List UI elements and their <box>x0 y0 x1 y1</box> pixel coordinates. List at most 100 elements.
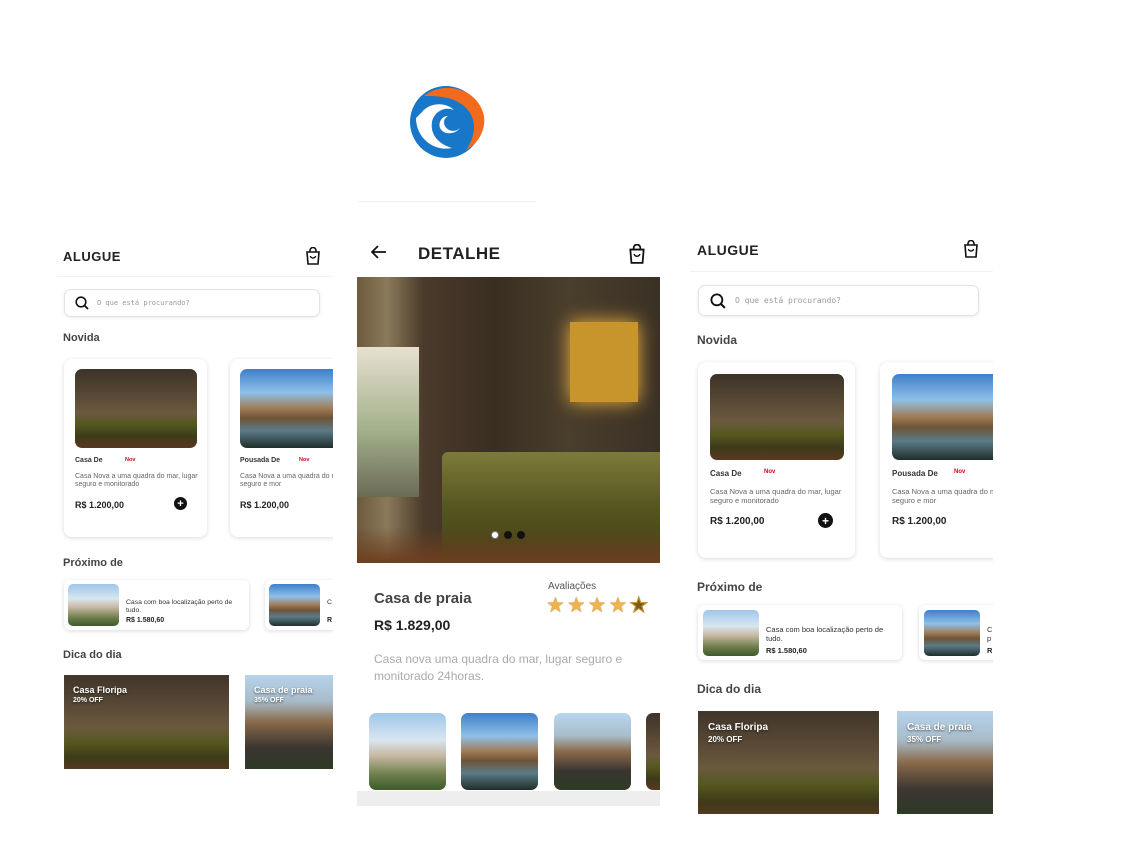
search-bar[interactable]: O que está procurando? <box>64 289 320 317</box>
rating-stars: ★ ★ ★ ★ ★ <box>546 593 649 618</box>
divider <box>358 201 536 202</box>
star-icon: ★ <box>566 594 586 617</box>
tip-title: Casa de praia <box>907 722 973 733</box>
property-price: R$ 1.829,00 <box>374 617 451 633</box>
tip-discount: 35% OFF <box>907 735 942 744</box>
gallery-image[interactable] <box>369 713 446 790</box>
tip-title: Casa Floripa <box>73 685 128 695</box>
tip-discount: 20% OFF <box>708 735 743 744</box>
section-title-new: Novida <box>697 333 738 347</box>
cart-icon[interactable] <box>305 247 321 265</box>
product-card[interactable]: Casa De Nov Casa Nova a uma quadra do ma… <box>698 362 855 558</box>
rent-screen-left: ALUGUE O que está procurando? Novida Cas… <box>57 235 333 795</box>
new-badge: Nov <box>125 457 136 463</box>
tip-title: Casa Floripa <box>708 722 769 733</box>
product-price: R$ 1.200,00 <box>240 500 290 510</box>
tip-card[interactable]: Casa Floripa 20% OFF <box>64 675 229 769</box>
star-icon: ★ <box>546 594 565 617</box>
tip-discount: 35% OFF <box>254 697 284 704</box>
brand-logo <box>410 86 485 158</box>
star-icon: ★ <box>587 594 607 617</box>
tip-title: Casa de praia <box>254 685 313 695</box>
add-button[interactable]: + <box>174 497 187 510</box>
nearby-card[interactable]: C p R <box>919 605 993 660</box>
nearby-image <box>68 584 119 626</box>
gallery-image[interactable] <box>461 713 538 790</box>
hero-image[interactable] <box>357 277 660 563</box>
product-card[interactable]: Casa De Nov Casa Nova a uma quadra do ma… <box>64 359 207 537</box>
nearby-image <box>703 610 759 656</box>
search-input[interactable]: O que está procurando? <box>97 299 190 307</box>
gallery <box>357 710 660 796</box>
product-price: R$ 1.200,00 <box>710 516 765 527</box>
nearby-card[interactable]: Casa com boa localização perto de tudo. … <box>698 605 902 660</box>
product-card[interactable]: Pousada De Nov Casa Nova a uma quadra do… <box>230 359 333 537</box>
detail-screen: DETALHE Casa de praia R$ 1.829,00 Avalia… <box>357 230 660 806</box>
product-title: Casa De <box>75 457 103 464</box>
search-icon <box>710 292 726 309</box>
page-title: ALUGUE <box>697 242 760 258</box>
product-image <box>75 369 197 448</box>
new-badge: Nov <box>954 469 966 475</box>
product-image <box>892 374 993 460</box>
product-image <box>710 374 844 460</box>
nearby-description: Casa com boa localização perto de tudo. <box>766 625 884 643</box>
carousel-dot[interactable] <box>517 531 525 539</box>
star-half-icon: ★ <box>629 594 649 618</box>
tip-card[interactable]: Casa de praia 35% OFF <box>245 675 333 769</box>
nearby-description: Casa com boa localização perto de tudo. <box>126 599 233 614</box>
ratings-label: Avaliações <box>548 581 597 592</box>
nearby-description: C <box>327 599 332 606</box>
tip-discount: 20% OFF <box>73 697 103 704</box>
carousel-dot[interactable] <box>491 531 499 539</box>
add-button[interactable]: + <box>818 513 833 528</box>
product-description: Casa Nova a uma quadra do mar, lugar seg… <box>75 473 198 489</box>
section-title-tip: Dica do dia <box>63 649 122 661</box>
nearby-price: R <box>987 646 993 655</box>
gallery-image[interactable] <box>554 713 631 790</box>
section-title-new: Novida <box>63 332 100 344</box>
section-title-tip: Dica do dia <box>697 682 762 696</box>
property-name: Casa de praia <box>374 590 472 607</box>
bottom-bar <box>357 791 660 806</box>
nearby-price: R <box>327 617 333 624</box>
property-description: Casa nova uma quadra do mar, lugar segur… <box>374 652 623 683</box>
carousel-dot[interactable] <box>504 531 512 539</box>
tip-card[interactable]: Casa Floripa 20% OFF <box>698 711 879 814</box>
product-title: Pousada De <box>892 469 938 478</box>
gallery-image[interactable] <box>646 713 660 790</box>
nearby-image <box>924 610 980 656</box>
search-bar[interactable]: O que está procurando? <box>698 285 979 316</box>
page-title: DETALHE <box>418 244 501 263</box>
product-description: Casa Nova a uma quadra do mar, lugar seg… <box>240 473 333 489</box>
carousel-dots[interactable] <box>491 531 525 539</box>
hero-window <box>357 347 419 497</box>
section-title-near: Próximo de <box>697 580 763 594</box>
back-arrow-icon[interactable] <box>371 245 387 259</box>
page-title: ALUGUE <box>63 249 121 264</box>
cart-icon[interactable] <box>628 244 646 264</box>
nearby-card[interactable]: Casa com boa localização perto de tudo. … <box>64 580 249 630</box>
section-title-near: Próximo de <box>63 557 123 569</box>
product-image <box>240 369 333 448</box>
header-divider <box>57 276 333 277</box>
product-description: Casa Nova a uma quadra do mar, lugar seg… <box>892 487 993 505</box>
search-input[interactable]: O que está procurando? <box>735 296 841 305</box>
nearby-image <box>269 584 320 626</box>
nearby-price: R$ 1.580,60 <box>766 646 807 655</box>
new-badge: Nov <box>764 469 776 475</box>
tip-card[interactable]: Casa de praia 35% OFF <box>897 711 993 814</box>
nearby-description: C p <box>987 625 993 643</box>
new-badge: Nov <box>299 457 310 463</box>
product-price: R$ 1.200,00 <box>892 516 947 527</box>
hero-artwork <box>570 322 638 402</box>
nearby-card[interactable]: C R <box>265 580 333 630</box>
rent-screen-right: ALUGUE O que está procurando? Novida Cas… <box>690 228 993 818</box>
product-title: Pousada De <box>240 457 281 464</box>
header-divider <box>690 271 993 272</box>
cart-icon[interactable] <box>963 240 979 258</box>
product-card[interactable]: Pousada De Nov Casa Nova a uma quadra do… <box>880 362 993 558</box>
product-description: Casa Nova a uma quadra do mar, lugar seg… <box>710 487 842 505</box>
product-title: Casa De <box>710 469 742 478</box>
nearby-price: R$ 1.580,60 <box>126 617 165 624</box>
